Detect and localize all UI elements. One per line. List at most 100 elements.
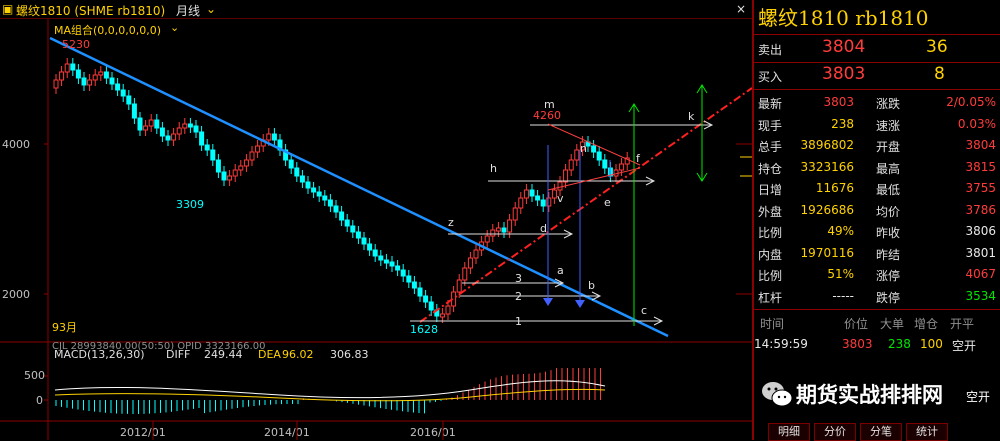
candle <box>383 259 389 264</box>
stat-label: 比例 <box>758 226 783 240</box>
svg-text:2000: 2000 <box>2 288 30 301</box>
candle <box>322 195 328 201</box>
candle <box>148 119 154 127</box>
stat-value: 49% <box>827 224 854 238</box>
svg-text:1: 1 <box>515 315 522 328</box>
svg-text:e: e <box>604 196 611 209</box>
candle <box>266 133 272 141</box>
candle <box>143 125 149 131</box>
sell-row: 卖出 3804 36 <box>758 37 948 57</box>
stat-label: 涨停 <box>876 269 901 283</box>
candle <box>87 79 93 86</box>
candle <box>255 145 261 153</box>
candle <box>59 71 65 81</box>
trade-row[interactable]: 14:59:59 3803 238 100 空开 <box>754 334 1000 355</box>
candle <box>131 103 137 119</box>
downtrend-line[interactable] <box>49 36 669 338</box>
tab-stats[interactable]: 统计 <box>906 423 948 441</box>
stat-label: 总手 <box>758 140 783 154</box>
quote-stat-row: 现手 238 速涨 0.03% <box>754 114 1000 135</box>
candle <box>540 199 546 207</box>
svg-text:2: 2 <box>515 290 522 303</box>
stat-label: 比例 <box>758 269 783 283</box>
quote-stat-row: 内盘 1970116 昨结 3801 <box>754 243 1000 264</box>
close-icon[interactable]: × <box>736 2 746 16</box>
candle <box>53 79 59 89</box>
candle <box>339 211 345 221</box>
candle <box>501 227 507 233</box>
candle <box>215 159 221 173</box>
candle <box>484 235 490 243</box>
stat-value: 3801 <box>965 245 996 260</box>
buy-row: 买入 3803 8 <box>758 64 945 84</box>
svg-text:d: d <box>540 222 547 235</box>
svg-text:f: f <box>636 152 641 165</box>
candle <box>227 175 233 181</box>
svg-text:3: 3 <box>515 272 522 285</box>
candle <box>602 159 608 169</box>
candle <box>193 125 199 133</box>
quote-stat-row: 杠杆 ----- 跌停 3534 <box>754 286 1000 307</box>
svg-text:b: b <box>588 279 595 292</box>
candle <box>64 63 70 73</box>
wechat-icon <box>762 382 793 407</box>
candle <box>456 279 462 293</box>
candle <box>103 71 109 79</box>
svg-text:2012/01: 2012/01 <box>120 426 166 439</box>
quote-stat-row: 外盘 1926686 均价 3786 <box>754 200 1000 221</box>
watermark: 期货实战排排网 空开 <box>758 376 996 412</box>
chart-title: 螺纹1810 (SHME rb1810) <box>16 4 166 18</box>
candle <box>137 117 143 131</box>
dea-line <box>54 388 606 402</box>
macd-histogram <box>55 368 601 414</box>
candle <box>428 301 434 311</box>
stat-label: 外盘 <box>758 204 783 219</box>
stat-label: 持仓 <box>758 161 783 176</box>
ma-indicator-label[interactable]: MA组合(0,0,0,0,0,0) <box>54 22 161 38</box>
svg-text:h: h <box>490 162 497 175</box>
stat-value: 0.03% <box>957 116 996 131</box>
kline-chart[interactable]: 4000 2000 5230 1628 3309 4260 93月 CJL 28… <box>0 0 752 440</box>
tab-price[interactable]: 分价 <box>814 423 856 441</box>
svg-text:DIFF: DIFF <box>166 348 190 361</box>
macd-title: MACD(13,26,30) <box>54 348 145 361</box>
chevron-down-icon[interactable]: ⌄ <box>206 2 216 16</box>
stat-value: 238 <box>831 116 854 131</box>
tab-detail[interactable]: 明细 <box>768 423 810 441</box>
svg-text:n: n <box>580 142 587 155</box>
candle <box>288 159 294 169</box>
candle <box>305 181 311 189</box>
candle <box>406 275 412 283</box>
menu-icon[interactable]: ▣ <box>2 2 13 16</box>
candle <box>182 123 188 129</box>
chevron-down-icon[interactable]: ⌄ <box>170 21 179 34</box>
period-selector[interactable]: 月线 <box>176 2 200 19</box>
stat-label: 日增 <box>758 183 783 197</box>
stat-label: 均价 <box>876 204 901 219</box>
stat-value: 3806 <box>965 224 996 238</box>
svg-text:2016/01: 2016/01 <box>410 426 456 439</box>
candle <box>400 269 406 277</box>
svg-text:v: v <box>557 192 564 205</box>
trade-header: 时间 价位 大单 增仓 开平 <box>760 317 975 331</box>
svg-text:96.02: 96.02 <box>282 348 314 361</box>
quote-stat-row: 比例 49% 昨收 3806 <box>754 221 1000 242</box>
candle <box>557 181 563 191</box>
candle <box>411 281 417 289</box>
candle <box>327 199 333 207</box>
svg-text:249.44: 249.44 <box>204 348 243 361</box>
svg-text:93月: 93月 <box>52 321 77 334</box>
candle <box>551 189 557 199</box>
stat-value: 3804 <box>965 138 996 152</box>
tab-ticks[interactable]: 分笔 <box>860 423 902 441</box>
candle <box>535 195 541 201</box>
candle <box>439 313 445 318</box>
quote-stat-row: 比例 51% 涨停 4067 <box>754 264 1000 285</box>
candle <box>176 127 182 135</box>
candle <box>619 163 625 171</box>
candle <box>490 229 496 237</box>
candle <box>568 159 574 171</box>
stat-value: 51% <box>827 267 854 281</box>
stat-value: 3755 <box>965 181 996 195</box>
svg-text:a: a <box>557 264 564 277</box>
